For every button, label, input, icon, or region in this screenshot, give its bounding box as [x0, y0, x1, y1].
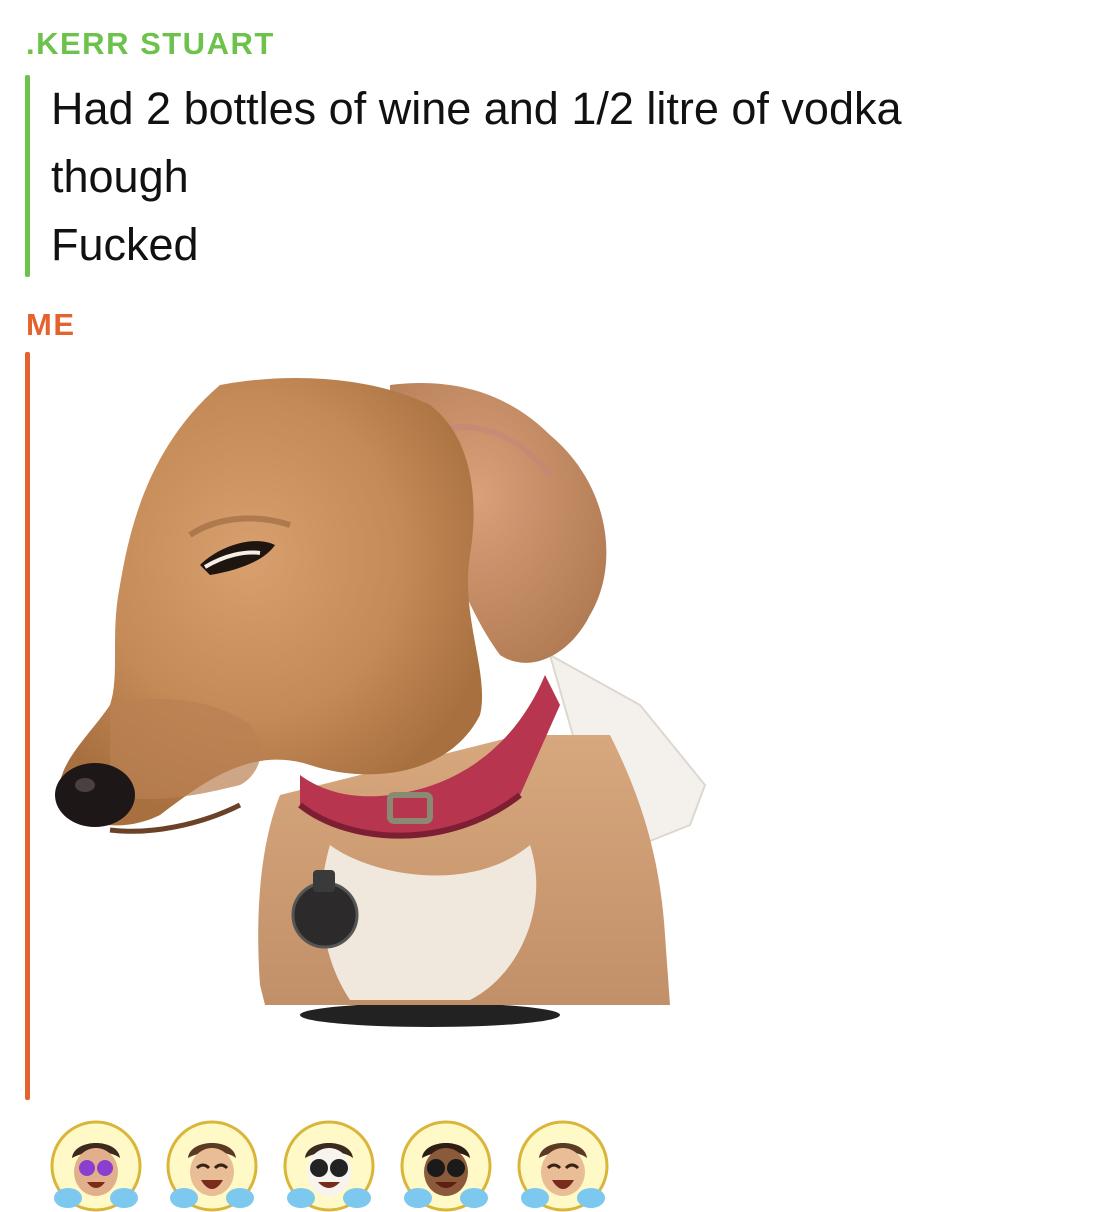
friend-message-line: though [51, 151, 189, 202]
bitmoji-laughing-icon[interactable] [166, 1120, 258, 1212]
friend-message-bar [25, 75, 30, 277]
reactions-row [0, 1120, 1099, 1212]
friend-message-line: Had 2 bottles of wine and 1/2 litre of v… [51, 83, 902, 134]
bitmoji-laughing-purple-glasses-icon[interactable] [50, 1120, 142, 1212]
bitmoji-laughing-dark-sunglasses-icon[interactable] [400, 1120, 492, 1212]
side-eye-dog-sticker[interactable] [50, 375, 710, 1035]
friend-message-line: Fucked [51, 219, 199, 270]
friend-message-text[interactable]: Had 2 bottles of wine and 1/2 litre of v… [51, 75, 1051, 279]
friend-sender-name: .KERR STUART [26, 26, 275, 61]
my-message-bar [25, 352, 30, 1100]
bitmoji-laughing-white-face-sunglasses-icon[interactable] [283, 1120, 375, 1212]
bitmoji-laughing-plain-icon[interactable] [517, 1120, 609, 1212]
my-sender-name: ME [26, 307, 76, 342]
